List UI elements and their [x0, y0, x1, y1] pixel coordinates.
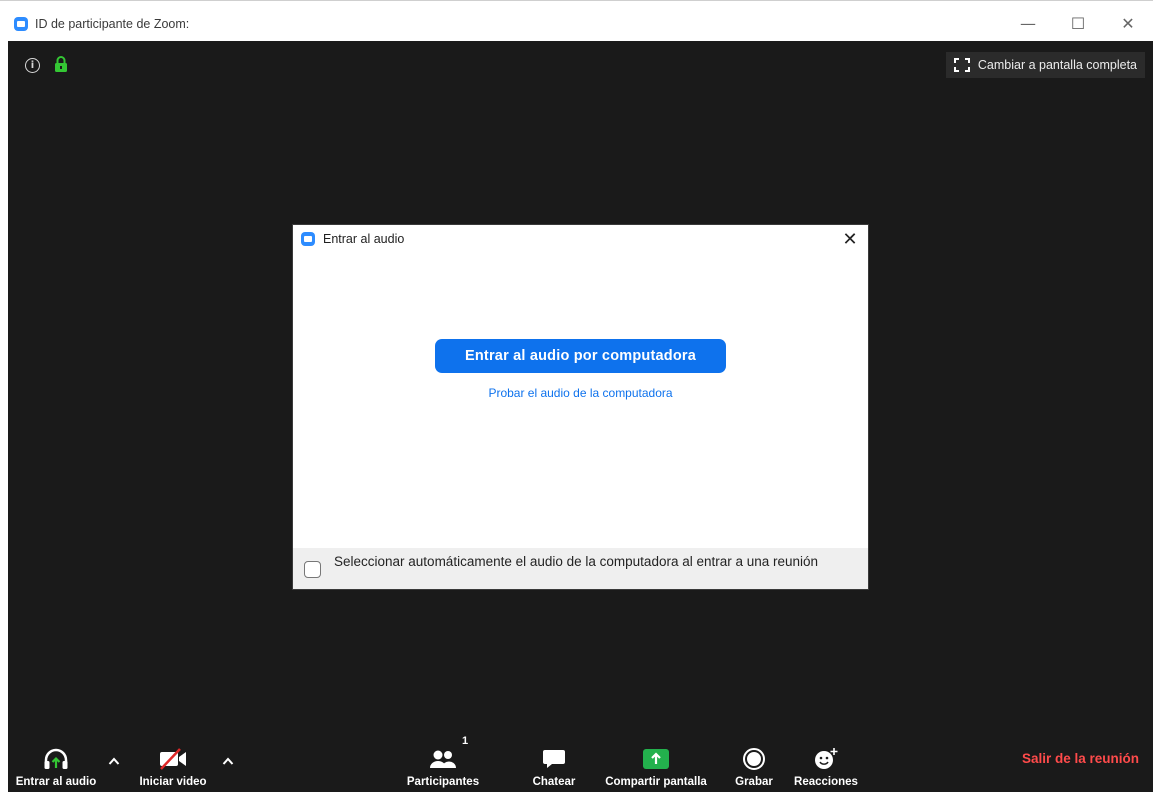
zoom-app-icon — [14, 16, 28, 31]
join-audio-dialog: Entrar al audio ✕ Entrar al audio por co… — [293, 225, 868, 589]
audio-options-chevron-up-icon[interactable] — [108, 756, 120, 766]
fullscreen-icon — [953, 58, 970, 72]
chat-bubble-icon — [543, 750, 565, 768]
video-options-chevron-up-icon[interactable] — [222, 756, 234, 766]
leave-meeting-button[interactable]: Salir de la reunión — [1022, 751, 1139, 766]
join-audio-label: Entrar al audio — [15, 776, 97, 788]
dialog-footer: Seleccionar automáticamente el audio de … — [293, 548, 868, 589]
window-frame-top — [0, 0, 1153, 1]
info-icon[interactable]: i — [25, 58, 40, 73]
dialog-title-bar: Entrar al audio ✕ — [293, 225, 868, 253]
participants-count-badge: 1 — [462, 735, 469, 747]
close-window-button[interactable]: ✕ — [1103, 6, 1153, 41]
auto-select-audio-checkbox[interactable] — [304, 561, 321, 578]
reactions-button[interactable]: Reacciones — [788, 735, 864, 792]
fullscreen-label: Cambiar a pantalla completa — [977, 58, 1137, 72]
headphones-icon — [44, 748, 68, 769]
window-title: ID de participante de Zoom: — [35, 16, 190, 31]
join-computer-audio-button[interactable]: Entrar al audio por computadora — [435, 339, 726, 373]
auto-select-audio-label[interactable]: Seleccionar automáticamente el audio de … — [334, 554, 834, 570]
record-button[interactable]: Grabar — [726, 735, 782, 792]
dialog-title: Entrar al audio — [323, 232, 405, 246]
participants-label: Participantes — [406, 776, 480, 788]
chat-button[interactable]: Chatear — [524, 735, 584, 792]
fullscreen-button[interactable]: Cambiar a pantalla completa — [945, 52, 1145, 78]
meeting-area: i Cambiar a pantalla completa Entrar al … — [8, 41, 1153, 792]
chat-label: Chatear — [532, 776, 576, 788]
participants-icon — [430, 750, 456, 768]
join-audio-button[interactable]: Entrar al audio — [10, 735, 102, 792]
share-screen-icon — [643, 749, 669, 769]
share-screen-button[interactable]: Compartir pantalla — [597, 735, 715, 792]
test-computer-audio-link[interactable]: Probar el audio de la computadora — [293, 386, 868, 400]
record-label: Grabar — [735, 776, 773, 788]
window-controls: — ☐ ✕ — [1003, 6, 1153, 41]
zoom-app-icon — [301, 232, 315, 246]
start-video-label: Iniciar video — [139, 776, 207, 788]
dialog-close-button[interactable]: ✕ — [840, 229, 860, 250]
maximize-button[interactable]: ☐ — [1053, 6, 1103, 41]
start-video-button[interactable]: Iniciar video — [130, 735, 216, 792]
participants-button[interactable]: Participantes — [401, 735, 485, 792]
record-icon — [743, 748, 765, 770]
reactions-label: Reacciones — [794, 776, 858, 788]
minimize-button[interactable]: — — [1003, 6, 1053, 41]
video-off-icon — [160, 748, 186, 770]
lock-icon[interactable] — [54, 55, 68, 73]
add-reaction-icon — [815, 748, 838, 769]
title-bar: ID de participante de Zoom: — ☐ ✕ — [8, 6, 1153, 41]
meeting-toolbar: Entrar al audio Iniciar video Participan… — [8, 735, 1153, 792]
share-screen-label: Compartir pantalla — [605, 776, 707, 788]
